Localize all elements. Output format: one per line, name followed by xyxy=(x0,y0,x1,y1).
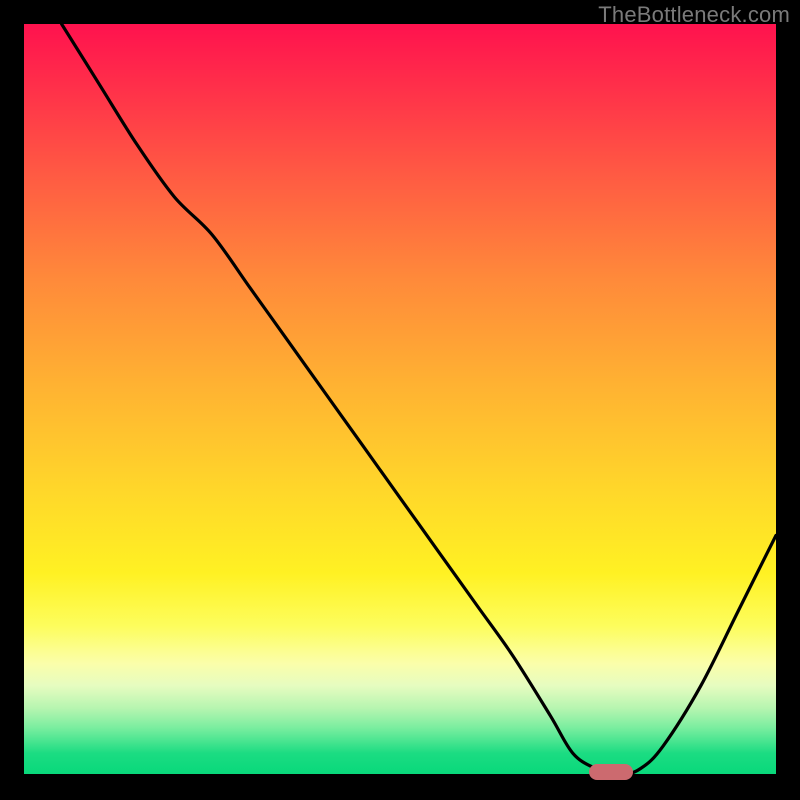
watermark-text: TheBottleneck.com xyxy=(598,2,790,28)
chart-frame: TheBottleneck.com xyxy=(0,0,800,800)
gradient-plot-area xyxy=(24,24,776,776)
